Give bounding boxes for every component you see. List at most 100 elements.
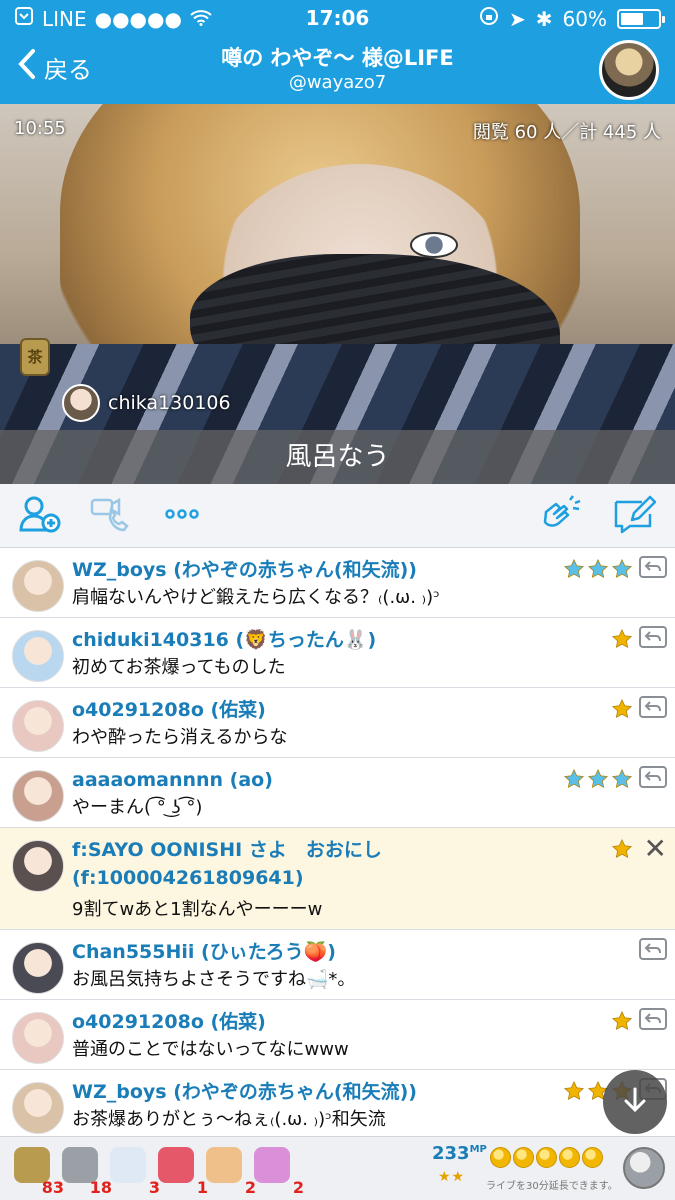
battery-fill	[621, 12, 643, 25]
comment-message: お茶爆ありがとぅ〜ねぇ₍(.ω. ₎)ᵓ和矢流	[72, 1109, 386, 1130]
silver-coin-button[interactable]	[623, 1147, 665, 1189]
gift-item[interactable]: 18	[60, 1147, 112, 1197]
comment-message: わや酔ったら消えるからな	[72, 727, 288, 748]
commenter-name[interactable]: o40291208o (佑菜)	[72, 696, 592, 724]
commenter-name[interactable]: f:SAYO OONISHI さよ おおにし (f:10000426180964…	[72, 836, 592, 892]
current-viewer[interactable]: chika130106	[62, 384, 231, 422]
comment-row[interactable]: o40291208o (佑菜) わや酔ったら消えるからな	[0, 688, 675, 758]
comment-message: やーまん( ͡° ͜ʖ ͡°)	[72, 797, 203, 818]
gift-item[interactable]: 3	[108, 1147, 160, 1197]
comment-list[interactable]: WZ_boys (わやぞの赤ちゃん(和矢流)) 肩幅ないんやけど鍛えたら広くなる？…	[0, 548, 675, 1136]
battery-percent: 60%	[562, 6, 607, 31]
location-icon: ➤	[509, 6, 526, 31]
fireworks-icon	[158, 1147, 194, 1183]
comment-message: 肩幅ないんやけど鍛えたら広くなる？₍(.ω. ₎)ᵓ	[72, 587, 440, 608]
comment-message: 初めてお茶爆ってものした	[72, 657, 286, 678]
follow-button[interactable]	[18, 496, 62, 536]
back-button[interactable]: 戻る	[18, 48, 92, 86]
gift-item[interactable]: 1	[156, 1147, 208, 1197]
commenter-avatar[interactable]	[12, 700, 64, 752]
battery-icon	[617, 8, 665, 29]
comment-row[interactable]: aaaaomannnn (ao) やーまん( ͡° ͜ʖ ͡°)	[0, 758, 675, 828]
collab-call-button[interactable]	[88, 496, 132, 536]
elapsed-time: 10:55	[14, 118, 66, 139]
commenter-avatar[interactable]	[12, 770, 64, 822]
commenter-avatar[interactable]	[12, 1012, 64, 1064]
star-icon	[563, 1080, 585, 1101]
tea-can-icon[interactable]: 茶	[20, 338, 50, 376]
gold-coin-icon	[582, 1147, 603, 1168]
reply-icon[interactable]	[639, 626, 667, 648]
commenter-avatar[interactable]	[12, 1082, 64, 1134]
add-user-icon	[18, 494, 62, 538]
bear-icon	[254, 1147, 290, 1183]
gold-coin-icon	[536, 1147, 557, 1168]
status-bar: LINE ●●●●● 17:06 ➤ ✱ 60%	[0, 0, 675, 36]
top-bar: LINE ●●●●● 17:06 ➤ ✱ 60% 戻る 噂の わやぞ〜 様@LI…	[0, 0, 675, 104]
clap-hands-icon	[540, 494, 584, 538]
commenter-name[interactable]: WZ_boys (わやぞの赤ちゃん(和矢流))	[72, 556, 592, 584]
mp-number: 233	[432, 1143, 470, 1164]
comment-row[interactable]: f:SAYO OONISHI さよ おおにし (f:10000426180964…	[0, 828, 675, 930]
star-icon	[563, 558, 585, 579]
reply-icon[interactable]	[639, 696, 667, 718]
rank-stars	[611, 628, 633, 650]
gift-item[interactable]: 83	[12, 1147, 64, 1197]
comment-row[interactable]: WZ_boys (わやぞの赤ちゃん(和矢流)) お茶爆ありがとぅ〜ねぇ₍(.ω. …	[0, 1070, 675, 1136]
commenter-avatar[interactable]	[12, 560, 64, 612]
commenter-avatar[interactable]	[12, 630, 64, 682]
broadcaster-handle[interactable]: @wayazo7	[170, 72, 505, 93]
viewer-avatar	[62, 384, 100, 422]
viewer-count: 閲覧 60 人／計 445 人	[472, 122, 661, 143]
comment-row[interactable]: WZ_boys (わやぞの赤ちゃん(和矢流)) 肩幅ないんやけど鍛えたら広くなる？…	[0, 548, 675, 618]
star-icon	[611, 698, 633, 719]
broadcaster-avatar[interactable]	[599, 40, 659, 100]
commenter-name[interactable]: chiduki140316 (🦁ちったん🐰)	[72, 626, 592, 654]
commenter-avatar[interactable]	[12, 840, 64, 892]
rank-stars	[563, 558, 633, 580]
reply-icon[interactable]	[639, 1008, 667, 1030]
commenter-name[interactable]: o40291208o (佑菜)	[72, 1008, 592, 1036]
rank-stars	[611, 838, 633, 860]
reply-icon[interactable]	[639, 556, 667, 578]
viewer-name: chika130106	[108, 392, 231, 414]
chevron-left-icon	[18, 48, 36, 86]
broadcaster-title: 噂の わやぞ〜 様@LIFE	[221, 46, 454, 70]
reply-icon[interactable]	[639, 766, 667, 788]
commenter-avatar[interactable]	[12, 942, 64, 994]
clap-hands-icon	[206, 1147, 242, 1183]
comment-row[interactable]: o40291208o (佑菜) 普通のことではないってなにwww	[0, 1000, 675, 1070]
clap-button[interactable]	[540, 494, 584, 538]
rank-stars	[611, 698, 633, 720]
live-video[interactable]: 10:55 閲覧 60 人／計 445 人 茶 chika130106 風呂なう	[0, 104, 675, 484]
commenter-name[interactable]: aaaaomannnn (ao)	[72, 766, 592, 794]
extension-note: ライブを30分延長できます。	[486, 1181, 618, 1192]
star-icon	[611, 768, 633, 789]
status-right: ➤ ✱ 60%	[479, 6, 665, 31]
comment-message: お風呂気持ちよさそうですね🛁*。	[72, 969, 356, 990]
gold-coin-icon	[513, 1147, 534, 1168]
mp-value: 233MP	[432, 1143, 487, 1164]
mp-stars: ★★	[438, 1169, 466, 1185]
comment-button[interactable]	[612, 494, 657, 538]
commenter-name[interactable]: WZ_boys (わやぞの赤ちゃん(和矢流))	[72, 1078, 592, 1106]
pencil-bubble-icon	[612, 494, 657, 538]
comment-row[interactable]: chiduki140316 (🦁ちったん🐰) 初めてお茶爆ってものした	[0, 618, 675, 688]
gift-bar: 233MP ★★ ライブを30分延長できます。 83 18 3 1 2 2	[0, 1136, 675, 1200]
extension-coins[interactable]	[490, 1147, 603, 1168]
comment-row[interactable]: Chan555Hii (ひぃたろう🍑) お風呂気持ちよさそうですね🛁*。	[0, 930, 675, 1000]
commenter-name[interactable]: Chan555Hii (ひぃたろう🍑)	[72, 938, 592, 966]
bluetooth-icon: ✱	[535, 6, 553, 31]
comment-message: 9割てwあと1割なんやーーーw	[72, 899, 323, 920]
more-dots-icon	[160, 494, 204, 538]
reply-icon[interactable]	[639, 938, 667, 960]
close-icon[interactable]: ✕	[644, 832, 667, 865]
star-icon	[611, 838, 633, 859]
gift-item[interactable]: 2	[252, 1147, 304, 1197]
gift-item[interactable]: 2	[204, 1147, 256, 1197]
action-toolbar	[0, 484, 675, 548]
scroll-down-button[interactable]	[603, 1070, 667, 1134]
more-button[interactable]	[160, 496, 204, 536]
video-call-icon	[88, 494, 132, 538]
star-icon	[611, 628, 633, 649]
